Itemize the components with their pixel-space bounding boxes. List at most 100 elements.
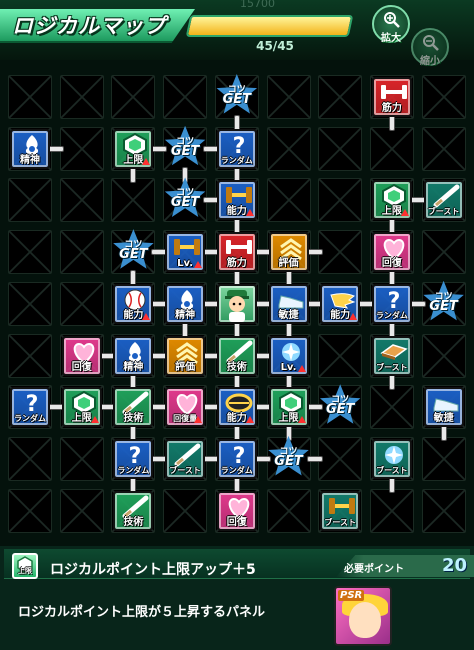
page-title: ロジカルマップ — [12, 14, 166, 38]
grid-cell — [8, 230, 52, 275]
map-panel[interactable]: 技術 — [113, 490, 154, 531]
logical-points-fill — [188, 17, 351, 35]
map-panel[interactable]: 技術 — [216, 335, 257, 376]
kotsu-get-panel[interactable]: コツ GET — [317, 384, 363, 430]
kotsu-get-panel[interactable]: コツ GET — [162, 177, 208, 223]
map-panel[interactable]: ブースト — [371, 335, 412, 376]
player-character[interactable] — [216, 283, 257, 324]
zoom-out-button[interactable]: 縮小 — [411, 28, 449, 67]
grid-cell — [8, 281, 52, 326]
grid-cell — [8, 436, 52, 481]
grid-cell — [111, 178, 156, 223]
panel-info-box: 上限 ロジカルポイント上限アップ＋5 必要ポイント 20 ロジカルポイント上限が… — [0, 546, 474, 650]
map-panel[interactable]: 上限 — [371, 180, 412, 221]
grid-cell — [318, 230, 363, 275]
map-panel[interactable]: ブースト — [320, 490, 361, 531]
panel-label: ブースト — [376, 465, 408, 475]
zoom-in-icon — [384, 12, 400, 28]
zoom-out-icon — [423, 35, 439, 51]
map-panel[interactable]: 評価 — [165, 335, 206, 376]
up-arrow-icon — [142, 157, 151, 165]
up-arrow-icon — [194, 261, 203, 269]
map-panel[interactable]: ? ランダム — [10, 387, 50, 428]
map-panel[interactable]: 筋力 — [216, 232, 257, 273]
map-panel[interactable]: 敏捷 — [268, 283, 309, 324]
character-portrait[interactable]: PSR — [334, 586, 392, 646]
map-panel[interactable]: ? ランダム — [371, 283, 412, 324]
map-panel[interactable]: 敏捷 — [423, 387, 464, 428]
map-panel[interactable]: 筋力 — [371, 77, 412, 117]
get-label: GET — [429, 298, 458, 314]
panel-label: ランダム — [220, 155, 253, 165]
map-panel[interactable]: 精神 — [165, 283, 206, 324]
panel-label: 回復 — [71, 361, 92, 373]
panel-label: 筋力 — [226, 258, 247, 270]
grid-cell — [369, 385, 414, 430]
grid-cell — [318, 126, 363, 171]
map-panel[interactable]: 回復 — [371, 232, 412, 273]
up-arrow-icon — [245, 209, 254, 217]
panel-label: 回復 — [381, 258, 402, 270]
panel-label: ランダム — [220, 465, 253, 475]
grid-cell — [318, 178, 363, 223]
panel-link — [388, 373, 395, 390]
panel-label: 筋力 — [381, 103, 402, 114]
panel-link — [306, 249, 323, 256]
panel-link — [130, 166, 137, 183]
grid-cell — [8, 178, 52, 223]
grid-cell — [163, 75, 208, 119]
map-panel[interactable]: ブースト — [165, 438, 206, 479]
hexagon-icon: 上限 — [12, 553, 38, 579]
map-panel[interactable]: ? ランダム — [216, 128, 257, 169]
map-panel[interactable]: 上限 — [61, 387, 102, 428]
map-panel[interactable]: 評価 — [268, 232, 309, 273]
kotsu-get-panel[interactable]: コツ GET — [162, 125, 208, 172]
panel-name: ロジカルポイント上限アップ＋5 — [50, 562, 256, 578]
required-points-label: 必要ポイント — [344, 564, 404, 575]
map-panel[interactable]: Lv. — [165, 232, 206, 273]
header-ghost-number: 15700 — [240, 0, 275, 10]
kotsu-get-panel[interactable]: コツ GET — [266, 435, 312, 482]
grid-cell — [59, 230, 104, 275]
kotsu-get-panel[interactable]: コツ GET — [214, 74, 260, 120]
map-panel[interactable]: Lv. — [268, 335, 309, 376]
map-panel[interactable]: 精神 — [10, 128, 50, 169]
map-panel[interactable]: 回復量 — [165, 387, 206, 428]
kotsu-get-panel[interactable]: コツ GET — [110, 229, 156, 275]
panel-label: ブースト — [324, 517, 356, 527]
grid-cell — [421, 436, 466, 481]
grid-cell — [8, 75, 52, 119]
map-panel[interactable]: ブースト — [371, 438, 412, 479]
zoom-out-label: 縮小 — [420, 56, 440, 67]
kotsu-get-panel[interactable]: コツ GET — [421, 280, 467, 327]
map-panel[interactable]: 上限 — [113, 128, 154, 169]
map-panel[interactable]: 回復 — [61, 335, 102, 376]
zoom-in-button[interactable]: 拡大 — [372, 5, 410, 44]
map-panel[interactable]: 回復 — [216, 490, 257, 531]
panel-label: 敏捷 — [433, 413, 454, 425]
map-panel[interactable]: ? ランダム — [113, 438, 154, 479]
panel-link — [388, 115, 395, 131]
panel-label: 敏捷 — [278, 309, 299, 321]
up-arrow-icon — [349, 312, 358, 320]
panel-label: 評価 — [175, 361, 196, 373]
map-panel[interactable]: 精神 — [113, 335, 154, 376]
panel-label: 評価 — [278, 258, 299, 270]
grid-cell — [59, 75, 104, 119]
map-panel[interactable]: 能力 — [320, 283, 361, 324]
up-arrow-icon — [142, 312, 151, 320]
map-panel[interactable]: 上限 — [268, 387, 309, 428]
logical-map-grid: コツ GET 筋力 精神 上限 コツ GET? ランダム コツ GET 能力 上限 ブースト コツ GET L… — [0, 74, 474, 543]
up-arrow-icon — [297, 416, 306, 424]
map-panel[interactable]: ? ランダム — [216, 438, 257, 479]
map-panel[interactable]: 技術 — [113, 387, 154, 428]
panel-label: ランダム — [375, 310, 408, 320]
info-icon-label: 上限 — [18, 567, 32, 575]
map-panel[interactable]: 能力 — [216, 387, 257, 428]
map-panel[interactable]: 能力 — [216, 180, 257, 221]
panel-label: ブースト — [427, 207, 460, 217]
map-panel[interactable]: ブースト — [423, 180, 464, 221]
up-arrow-icon — [194, 416, 203, 424]
panel-label: ブースト — [376, 362, 408, 372]
map-panel[interactable]: 能力 — [113, 283, 154, 324]
